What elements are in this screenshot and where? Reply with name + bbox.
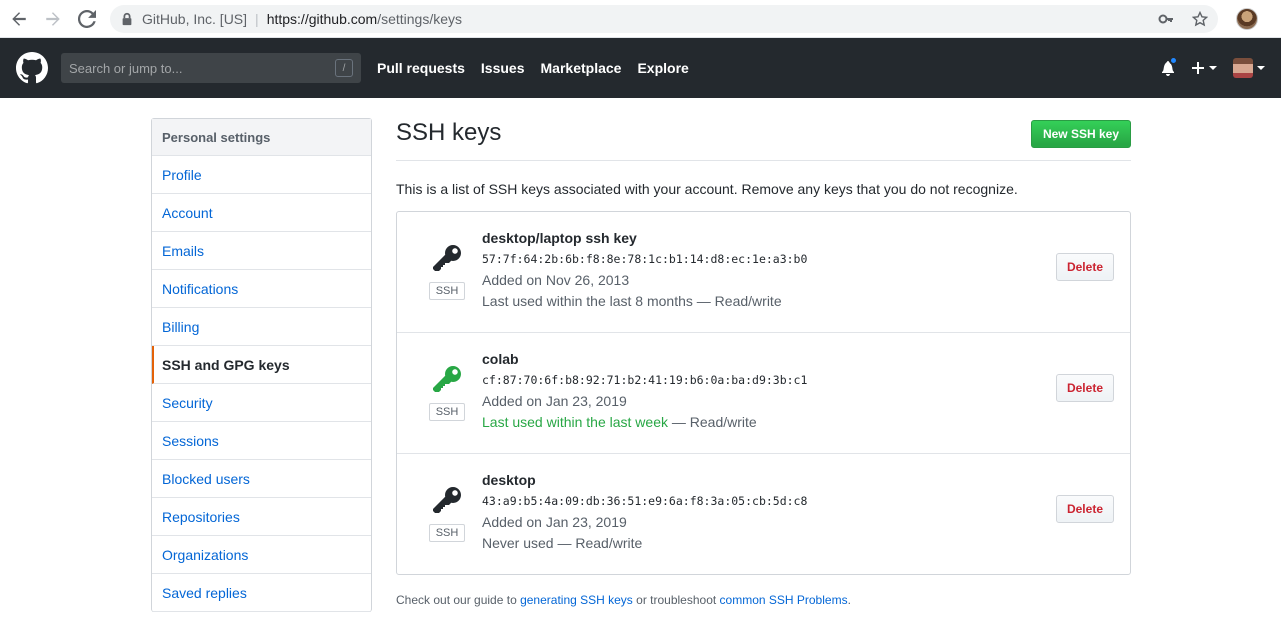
generating-ssh-keys-link[interactable]: generating SSH keys (520, 593, 633, 607)
sidebar-item-sessions[interactable]: Sessions (152, 422, 371, 460)
nav-explore[interactable]: Explore (637, 60, 688, 76)
key-details: desktop/laptop ssh key 57:7f:64:2b:6b:f8… (482, 228, 807, 312)
common-ssh-problems-link[interactable]: common SSH Problems (720, 593, 848, 607)
notifications-button[interactable] (1161, 56, 1178, 76)
list-item: SSH desktop 43:a9:b5:4a:09:db:36:51:e9:6… (397, 454, 1130, 574)
url-host: https://github.com (266, 10, 378, 27)
key-usage: Never used — Read/write (482, 533, 807, 554)
key-last-used: Last used within the last 8 months (482, 293, 693, 309)
key-details: colab cf:87:70:6f:b8:92:71:b2:41:19:b6:0… (482, 349, 807, 433)
address-bar[interactable]: GitHub, Inc. [US] | https://github.com/s… (110, 4, 1218, 33)
sidebar-item-billing[interactable]: Billing (152, 308, 371, 346)
key-usage: Last used within the last 8 months — Rea… (482, 291, 807, 312)
delete-button[interactable]: Delete (1055, 253, 1114, 281)
forward-button[interactable] (38, 4, 68, 34)
list-item: SSH colab cf:87:70:6f:b8:92:71:b2:41:19:… (397, 333, 1130, 454)
nav-issues[interactable]: Issues (481, 60, 525, 76)
sidebar-item-security[interactable]: Security (152, 384, 371, 422)
header-actions (1161, 56, 1265, 78)
ssh-badge: SSH (429, 282, 465, 300)
header-nav: Pull requests Issues Marketplace Explore (377, 60, 689, 76)
key-title: desktop/laptop ssh key (482, 230, 637, 246)
key-added-date: Added on Jan 23, 2019 (482, 393, 627, 409)
sidebar-item-blocked-users[interactable]: Blocked users (152, 460, 371, 498)
new-ssh-key-button[interactable]: New SSH key (1030, 120, 1131, 148)
address-separator: | (255, 10, 259, 27)
star-icon[interactable] (1192, 10, 1208, 27)
key-icon[interactable] (1158, 11, 1174, 27)
sidebar-item-saved-replies[interactable]: Saved replies (152, 574, 371, 612)
key-fingerprint: cf:87:70:6f:b8:92:71:b2:41:19:b6:0a:ba:d… (482, 373, 808, 387)
page-title: SSH keys (396, 119, 502, 146)
key-added-date: Added on Jan 23, 2019 (482, 514, 627, 530)
sidebar-item-emails[interactable]: Emails (152, 232, 371, 270)
reload-button[interactable] (72, 4, 102, 34)
chevron-down-icon (1257, 66, 1265, 70)
key-last-used: Last used within the last week (482, 414, 668, 430)
github-header: Search or jump to... / Pull requests Iss… (0, 38, 1281, 98)
delete-button[interactable]: Delete (1055, 374, 1114, 402)
sidebar-item-ssh-gpg-keys[interactable]: SSH and GPG keys (152, 346, 371, 384)
key-fingerprint: 43:a9:b5:4a:09:db:36:51:e9:6a:f8:3a:05:c… (482, 494, 808, 508)
main-content: SSH keys New SSH key This is a list of S… (396, 118, 1131, 607)
search-input[interactable]: Search or jump to... / (61, 53, 361, 83)
ssh-badge: SSH (429, 403, 465, 421)
key-added-date: Added on Nov 26, 2013 (482, 272, 630, 288)
sidebar-item-profile[interactable]: Profile (152, 156, 371, 194)
create-new-dropdown[interactable] (1191, 60, 1217, 76)
url-path: /settings/keys (377, 10, 463, 27)
plus-icon (1192, 62, 1204, 74)
browser-profile-avatar[interactable] (1236, 7, 1258, 30)
help-middle: or troubleshoot (632, 593, 720, 607)
settings-sidebar: Personal settings Profile Account Emails… (151, 118, 372, 612)
key-title: colab (482, 351, 519, 367)
ssh-help-note: Check out our guide to generating SSH ke… (396, 593, 1131, 607)
arrow-left-icon (12, 11, 26, 26)
key-icon (433, 245, 461, 271)
key-icon (433, 366, 461, 392)
key-usage: Last used within the last week — Read/wr… (482, 412, 807, 433)
sidebar-item-account[interactable]: Account (152, 194, 371, 232)
unread-indicator (1169, 56, 1178, 65)
ssh-key-list: SSH desktop/laptop ssh key 57:7f:64:2b:6… (396, 211, 1131, 575)
search-placeholder: Search or jump to... (69, 60, 183, 76)
help-prefix: Check out our guide to (396, 593, 521, 607)
reload-icon (78, 9, 96, 28)
browser-toolbar: GitHub, Inc. [US] | https://github.com/s… (0, 0, 1281, 38)
site-owner: GitHub, Inc. [US] (142, 10, 248, 27)
key-access: — Read/write (668, 414, 757, 430)
key-access: — Read/write (692, 293, 782, 309)
keys-description: This is a list of SSH keys associated wi… (396, 181, 1018, 197)
ssh-badge: SSH (429, 524, 465, 542)
sidebar-item-repositories[interactable]: Repositories (152, 498, 371, 536)
delete-button[interactable]: Delete (1055, 495, 1114, 523)
help-suffix: . (847, 593, 851, 607)
key-icon (433, 487, 461, 513)
arrow-right-icon (46, 11, 60, 26)
nav-pull-requests[interactable]: Pull requests (377, 60, 465, 76)
key-details: desktop 43:a9:b5:4a:09:db:36:51:e9:6a:f8… (482, 470, 807, 554)
back-button[interactable] (4, 4, 34, 34)
key-title: desktop (482, 472, 536, 488)
github-logo-icon[interactable] (16, 52, 48, 84)
page-header: SSH keys New SSH key (396, 118, 1131, 161)
nav-marketplace[interactable]: Marketplace (541, 60, 622, 76)
sidebar-heading: Personal settings (152, 119, 371, 156)
lock-icon (122, 12, 132, 25)
sidebar-item-organizations[interactable]: Organizations (152, 536, 371, 574)
key-last-used: Never used (482, 535, 554, 551)
avatar (1233, 58, 1253, 78)
key-fingerprint: 57:7f:64:2b:6b:f8:8e:78:1c:b1:14:d8:ec:1… (482, 252, 808, 266)
chevron-down-icon (1209, 66, 1217, 70)
key-access: — Read/write (553, 535, 643, 551)
user-menu-dropdown[interactable] (1233, 58, 1265, 78)
search-shortcut-hint: / (335, 59, 353, 77)
sidebar-item-notifications[interactable]: Notifications (152, 270, 371, 308)
list-item: SSH desktop/laptop ssh key 57:7f:64:2b:6… (397, 212, 1130, 333)
